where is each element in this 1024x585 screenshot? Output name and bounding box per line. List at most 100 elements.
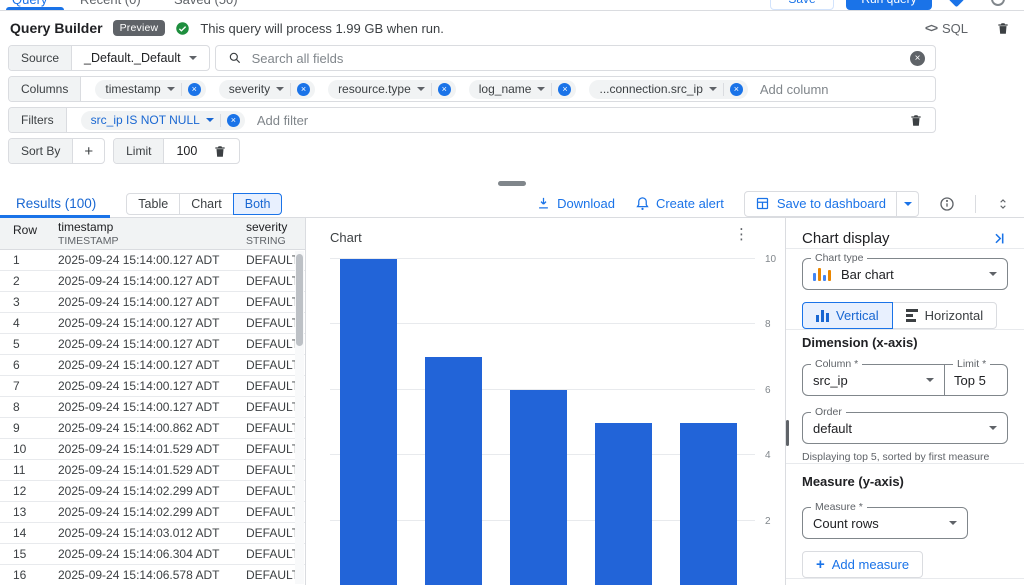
column-label: Column * (811, 358, 862, 370)
table-row[interactable]: 142025-09-24 15:14:03.012 ADTDEFAULT (0, 523, 305, 544)
query-builder-header: Query Builder Preview This query will pr… (0, 15, 1024, 41)
add-filter-input[interactable] (257, 108, 897, 132)
table-row[interactable]: 42025-09-24 15:14:00.127 ADTDEFAULT (0, 313, 305, 334)
save-button[interactable]: Save (770, 0, 834, 10)
order-select[interactable]: Order default (802, 412, 1008, 444)
source-select[interactable]: _Default._Default (72, 46, 209, 70)
chart-bar[interactable] (340, 259, 397, 585)
table-row[interactable]: 112025-09-24 15:14:01.529 ADTDEFAULT (0, 460, 305, 481)
measure-label: Measure * (811, 501, 867, 513)
chevron-down-icon (417, 87, 425, 91)
column-chip[interactable]: log_name× (469, 80, 577, 99)
table-row[interactable]: 132025-09-24 15:14:02.299 ADTDEFAULT (0, 502, 305, 523)
timestamp-cell: 2025-09-24 15:14:00.127 ADT (46, 253, 234, 267)
results-section: Results (100) Table Chart Both Download … (0, 190, 1024, 585)
columns-chip-list: timestamp× severity× resource.type× log_nam… (81, 77, 748, 101)
delete-limit-button[interactable] (201, 139, 239, 163)
row-number-cell: 10 (0, 442, 46, 456)
view-table-button[interactable]: Table (126, 193, 180, 215)
tab-recent[interactable]: Recent (0) (80, 0, 141, 7)
divider (786, 463, 1024, 464)
view-chart-button[interactable]: Chart (179, 193, 234, 215)
delete-query-button[interactable] (996, 21, 1010, 36)
timestamp-cell: 2025-09-24 15:14:06.304 ADT (46, 547, 234, 561)
sort-by-label: Sort By (9, 139, 73, 163)
table-row[interactable]: 62025-09-24 15:14:00.127 ADTDEFAULT (0, 355, 305, 376)
results-tab[interactable]: Results (100) (16, 196, 96, 211)
chart-bar[interactable] (680, 423, 737, 585)
timestamp-cell: 2025-09-24 15:14:00.127 ADT (46, 316, 234, 330)
create-alert-button[interactable]: Create alert (635, 196, 724, 211)
orientation-vertical-button[interactable]: Vertical (802, 302, 893, 329)
search-input[interactable] (252, 51, 900, 66)
dimension-fields: Column * src_ip Limit * Top 5 (802, 364, 1008, 396)
collapse-panel-button[interactable] (991, 230, 1008, 247)
timestamp-cell: 2025-09-24 15:14:00.127 ADT (46, 337, 234, 351)
chart-type-select[interactable]: Chart type Bar chart (802, 258, 1008, 290)
column-chip[interactable]: resource.type× (328, 80, 456, 99)
remove-column-icon[interactable]: × (558, 83, 571, 96)
column-chip[interactable]: ...connection.src_ip× (589, 80, 747, 99)
remove-column-icon[interactable]: × (730, 83, 743, 96)
add-column-input[interactable] (760, 77, 935, 101)
chart-bar[interactable] (595, 423, 652, 585)
view-both-button[interactable]: Both (233, 193, 283, 215)
plus-icon: + (816, 556, 825, 573)
table-row[interactable]: 152025-09-24 15:14:06.304 ADTDEFAULT (0, 544, 305, 565)
table-row[interactable]: 82025-09-24 15:14:00.127 ADTDEFAULT (0, 397, 305, 418)
add-sort-button[interactable]: + (73, 139, 104, 163)
pane-resize-handle[interactable] (498, 181, 526, 186)
download-button[interactable]: Download (536, 196, 615, 211)
chart-bar[interactable] (510, 390, 567, 585)
chevron-down-icon (206, 118, 214, 122)
remove-column-icon[interactable]: × (297, 83, 310, 96)
limit-value[interactable]: 100 (164, 139, 201, 163)
table-row[interactable]: 122025-09-24 15:14:02.299 ADTDEFAULT (0, 481, 305, 502)
table-row[interactable]: 102025-09-24 15:14:01.529 ADTDEFAULT (0, 439, 305, 460)
remove-filter-icon[interactable]: × (227, 114, 240, 127)
row-number-cell: 8 (0, 400, 46, 414)
delete-filters-button[interactable] (897, 108, 935, 132)
dimension-column-select[interactable]: Column * src_ip (803, 365, 945, 395)
measure-select[interactable]: Measure * Count rows (802, 507, 968, 539)
table-row[interactable]: 12025-09-24 15:14:00.127 ADTDEFAULT (0, 250, 305, 271)
assistant-icon[interactable] (949, 0, 965, 7)
save-to-dashboard-label: Save to dashboard (777, 196, 886, 211)
sql-toggle-link[interactable]: <> SQL (925, 21, 968, 36)
save-to-dashboard-menu-button[interactable] (896, 192, 918, 216)
column-header-severity[interactable]: severity STRING (234, 221, 305, 249)
columns-label: Columns (9, 77, 81, 101)
filter-chip[interactable]: src_ip IS NOT NULL × (81, 111, 245, 130)
panel-scrollbar-thumb[interactable] (786, 420, 789, 446)
run-query-button[interactable]: Run query (846, 0, 932, 10)
clear-search-icon[interactable]: × (910, 51, 925, 66)
chart-bar[interactable] (425, 357, 482, 585)
table-row[interactable]: 52025-09-24 15:14:00.127 ADTDEFAULT (0, 334, 305, 355)
search-box: × (215, 45, 936, 71)
info-icon[interactable] (939, 196, 955, 212)
chart-pane: Chart ⋮ 246810 (306, 218, 785, 585)
save-to-dashboard-button[interactable]: Save to dashboard (745, 192, 896, 216)
column-header-timestamp[interactable]: timestamp TIMESTAMP (46, 221, 234, 249)
chart-options-menu-icon[interactable]: ⋮ (734, 227, 749, 242)
column-chip[interactable]: timestamp× (95, 80, 205, 99)
orientation-horizontal-button[interactable]: Horizontal (892, 302, 998, 329)
column-chip[interactable]: severity× (219, 80, 315, 99)
table-row[interactable]: 22025-09-24 15:14:00.127 ADTDEFAULT (0, 271, 305, 292)
table-row[interactable]: 162025-09-24 15:14:06.578 ADTDEFAULT (0, 565, 305, 585)
row-number-cell: 7 (0, 379, 46, 393)
dimension-limit-input[interactable]: Limit * Top 5 (945, 365, 1007, 395)
column-header-row[interactable]: Row (0, 221, 46, 249)
help-icon[interactable] (991, 0, 1005, 6)
remove-column-icon[interactable]: × (188, 83, 201, 96)
expand-collapse-icon[interactable] (996, 196, 1010, 212)
table-row[interactable]: 72025-09-24 15:14:00.127 ADTDEFAULT (0, 376, 305, 397)
table-scrollbar-thumb[interactable] (296, 254, 303, 346)
tab-query[interactable]: Query (12, 0, 47, 7)
add-measure-button[interactable]: + Add measure (802, 551, 923, 578)
table-row[interactable]: 92025-09-24 15:14:00.862 ADTDEFAULT (0, 418, 305, 439)
tab-saved[interactable]: Saved (50) (174, 0, 238, 7)
remove-column-icon[interactable]: × (438, 83, 451, 96)
table-row[interactable]: 32025-09-24 15:14:00.127 ADTDEFAULT (0, 292, 305, 313)
timestamp-cell: 2025-09-24 15:14:02.299 ADT (46, 505, 234, 519)
